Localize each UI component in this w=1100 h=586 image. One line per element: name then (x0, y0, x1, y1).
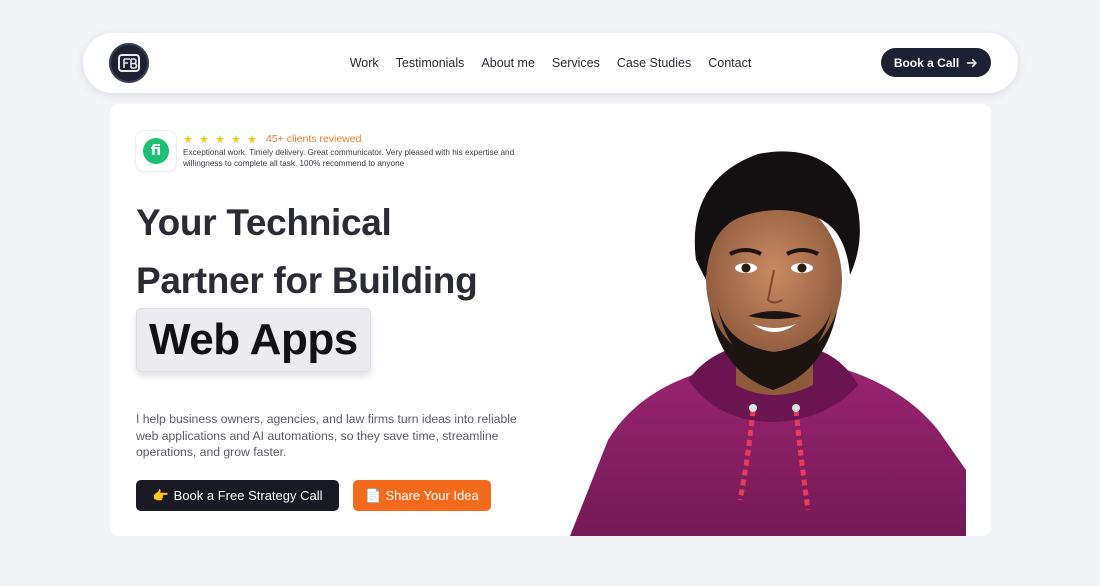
headline-highlight: Web Apps (136, 308, 371, 372)
book-a-call-label: Book a Call (893, 55, 960, 70)
star-icon: ★ (215, 133, 225, 146)
nav-link-case-studies[interactable]: Case Studies (617, 56, 691, 70)
share-idea-label: Share Your Idea (385, 488, 479, 503)
profile-portrait (570, 151, 966, 536)
nav-link-work[interactable]: Work (350, 56, 379, 70)
share-idea-button[interactable]: 📄 Share Your Idea (353, 480, 491, 511)
review-count: 45+ clients reviewed (266, 133, 362, 145)
nav-link-about-me[interactable]: About me (481, 56, 535, 70)
star-icon: ★ (183, 133, 193, 146)
book-strategy-call-button[interactable]: 👉 Book a Free Strategy Call (136, 480, 339, 511)
client-review-snippet: fi ★ ★ ★ ★ ★ 45+ clients reviewed Except… (136, 131, 556, 171)
fiverr-badge[interactable]: fi (136, 131, 176, 171)
top-navbar: Work Testimonials About me Services Case… (83, 33, 1018, 93)
arrow-right-icon (966, 58, 977, 67)
pointing-hand-icon: 👉 (152, 487, 169, 503)
book-strategy-call-label: Book a Free Strategy Call (173, 488, 323, 503)
headline-line-2: Partner for Building (136, 260, 478, 301)
hero-section: fi ★ ★ ★ ★ ★ 45+ clients reviewed Except… (110, 104, 991, 536)
nav-link-testimonials[interactable]: Testimonials (396, 56, 465, 70)
rating-stars: ★ ★ ★ ★ ★ 45+ clients reviewed (183, 132, 361, 146)
review-quote: Exceptional work. Timely delivery. Great… (183, 148, 515, 168)
document-icon: 📄 (365, 487, 382, 503)
fiverr-icon: fi (143, 138, 169, 164)
book-a-call-button[interactable]: Book a Call (881, 48, 991, 77)
hero-description: I help business owners, agencies, and la… (136, 412, 517, 459)
hero-headline: Your Technical Partner for Building (136, 194, 556, 310)
star-icon: ★ (199, 133, 209, 146)
nav-links: Work Testimonials About me Services Case… (83, 33, 1018, 93)
star-icon: ★ (231, 133, 241, 146)
nav-link-services[interactable]: Services (552, 56, 600, 70)
star-icon: ★ (247, 133, 257, 146)
headline-line-1: Your Technical (136, 202, 392, 243)
nav-link-contact[interactable]: Contact (708, 56, 751, 70)
